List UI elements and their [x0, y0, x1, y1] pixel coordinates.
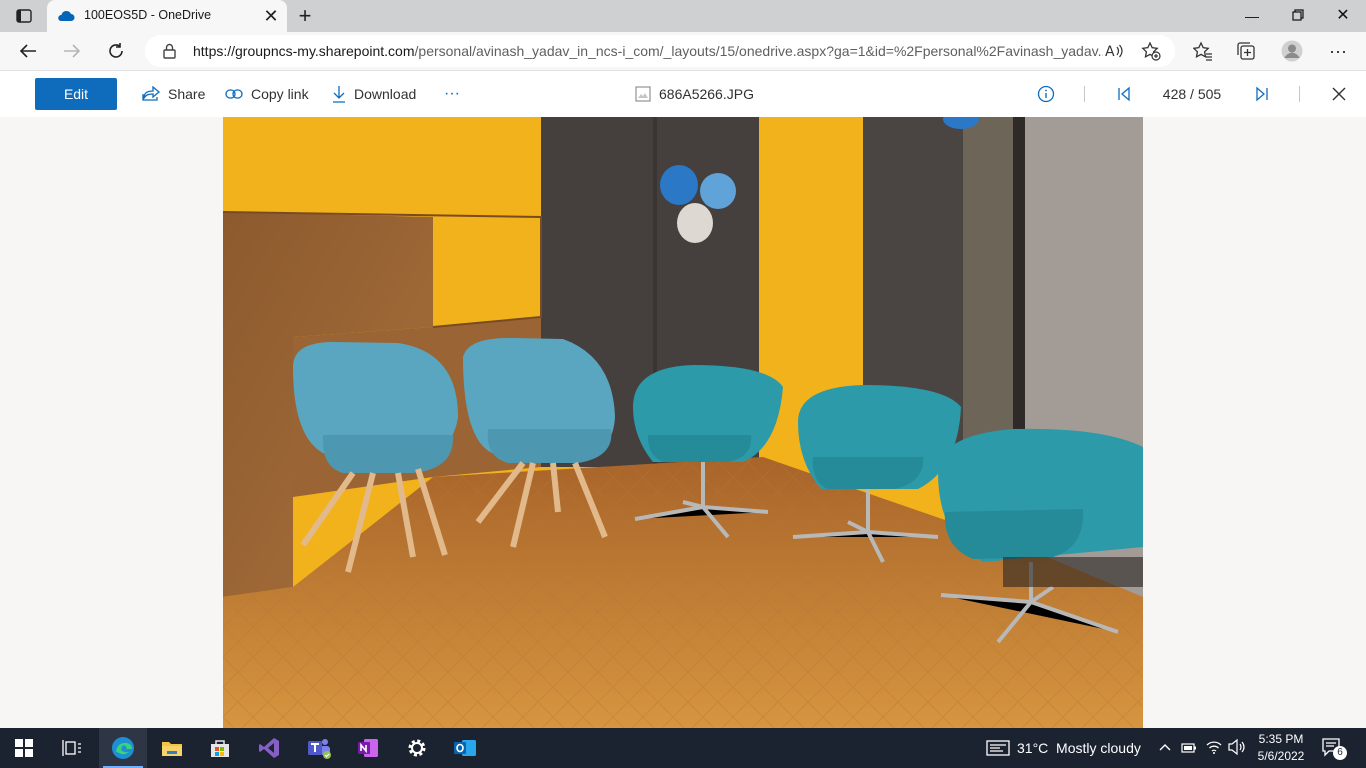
onedrive-command-bar: Edit Share Copy link Download ··· 686A52…: [0, 71, 1366, 118]
separator: [1299, 86, 1300, 102]
photo-illustration: [223, 117, 1143, 728]
new-tab-button[interactable]: +: [292, 3, 318, 29]
task-view-button[interactable]: [48, 728, 96, 768]
separator: [1084, 86, 1085, 102]
folder-icon: [162, 742, 182, 756]
weather-text[interactable]: 31°C Mostly cloudy: [1017, 740, 1141, 756]
profile-avatar[interactable]: [1277, 36, 1307, 66]
tab-actions-icon[interactable]: [12, 7, 36, 25]
minimize-button[interactable]: —: [1229, 0, 1275, 32]
clock-date: 5/6/2022: [1257, 749, 1305, 763]
file-name-text: 686A5266.JPG: [659, 86, 754, 102]
outlook-icon: [454, 740, 476, 756]
close-viewer-icon[interactable]: [1327, 82, 1351, 106]
download-label: Download: [354, 86, 417, 102]
favorites-icon[interactable]: [1188, 36, 1218, 66]
svg-text:A: A: [1105, 44, 1115, 60]
share-label: Share: [168, 86, 206, 102]
close-window-button[interactable]: ✕: [1320, 0, 1366, 32]
read-aloud-icon[interactable]: A: [1103, 40, 1125, 62]
edge-icon: [112, 737, 134, 759]
tab-close-icon[interactable]: ✕: [259, 4, 283, 28]
collections-icon[interactable]: [1231, 36, 1261, 66]
edit-button[interactable]: Edit: [35, 78, 117, 110]
chair-4: [792, 385, 961, 563]
first-item-icon[interactable]: [1112, 82, 1136, 106]
system-clock[interactable]: 5:35 PM 5/6/2022: [1246, 731, 1316, 765]
copy-link-button[interactable]: Copy link: [225, 78, 309, 110]
share-button[interactable]: Share: [142, 78, 205, 110]
photo-viewer: [0, 117, 1366, 728]
weather-icon[interactable]: [986, 740, 1010, 761]
taskbar-file-explorer[interactable]: [148, 728, 196, 768]
notification-center-icon[interactable]: 6: [1322, 738, 1347, 763]
onenote-icon: [358, 739, 378, 757]
visual-studio-icon: [259, 738, 279, 758]
url-host: https://groupncs-my.sharepoint.com: [193, 43, 415, 59]
browser-navigation-bar: https://groupncs-my.sharepoint.com/perso…: [0, 32, 1366, 71]
address-bar[interactable]: https://groupncs-my.sharepoint.com/perso…: [145, 35, 1175, 67]
store-icon: [211, 740, 229, 757]
wifi-icon[interactable]: [1205, 739, 1223, 760]
image-file-icon: [635, 86, 651, 102]
settings-more-icon[interactable]: ···: [1323, 36, 1353, 66]
taskbar-visual-studio[interactable]: [245, 728, 293, 768]
download-button[interactable]: Download: [332, 78, 416, 110]
add-favorite-icon[interactable]: [1140, 40, 1162, 62]
download-icon: [333, 86, 345, 103]
copy-link-label: Copy link: [251, 86, 309, 102]
file-name: 686A5266.JPG: [635, 78, 754, 110]
lock-icon[interactable]: [163, 43, 176, 64]
url-text[interactable]: https://groupncs-my.sharepoint.com/perso…: [193, 43, 1103, 59]
taskbar-store[interactable]: [196, 728, 244, 768]
back-button[interactable]: [13, 36, 43, 66]
start-button[interactable]: [0, 728, 48, 768]
forward-button[interactable]: [57, 36, 87, 66]
url-path: /personal/avinash_yadav_in_ncs-i_com/_la…: [414, 43, 1103, 59]
taskbar-edge[interactable]: [99, 728, 147, 768]
windows-logo-icon: [15, 739, 33, 757]
info-icon[interactable]: [1034, 82, 1058, 106]
link-icon: [225, 89, 243, 99]
teams-icon: [308, 739, 331, 759]
browser-tab-strip: 100EOS5D - OneDrive ✕ + — ✕: [0, 0, 1366, 32]
more-actions-button[interactable]: ···: [444, 78, 460, 110]
volume-icon[interactable]: [1228, 738, 1246, 760]
onedrive-cloud-icon: [57, 9, 75, 28]
taskbar-outlook[interactable]: [441, 728, 489, 768]
item-position: 428 / 505: [1162, 86, 1222, 102]
share-icon: [142, 86, 160, 101]
windows-taskbar: 31°C Mostly cloudy 5:35 PM 5/6/2022 6: [0, 728, 1366, 768]
clock-time: 5:35 PM: [1258, 732, 1304, 746]
notification-badge: 6: [1333, 746, 1347, 760]
tab-title: 100EOS5D - OneDrive: [84, 8, 212, 22]
show-hidden-icons-chevron-icon[interactable]: [1158, 740, 1172, 759]
refresh-button[interactable]: [101, 36, 131, 66]
gear-icon: [408, 739, 426, 757]
last-item-icon[interactable]: [1250, 82, 1274, 106]
taskbar-onenote[interactable]: [344, 728, 392, 768]
taskbar-teams[interactable]: [295, 728, 343, 768]
task-view-icon: [62, 740, 81, 756]
restore-button[interactable]: [1275, 0, 1321, 32]
photo-image[interactable]: [223, 117, 1143, 728]
battery-icon[interactable]: [1181, 741, 1197, 759]
browser-tab-onedrive[interactable]: 100EOS5D - OneDrive ✕: [47, 0, 287, 32]
taskbar-settings[interactable]: [393, 728, 441, 768]
